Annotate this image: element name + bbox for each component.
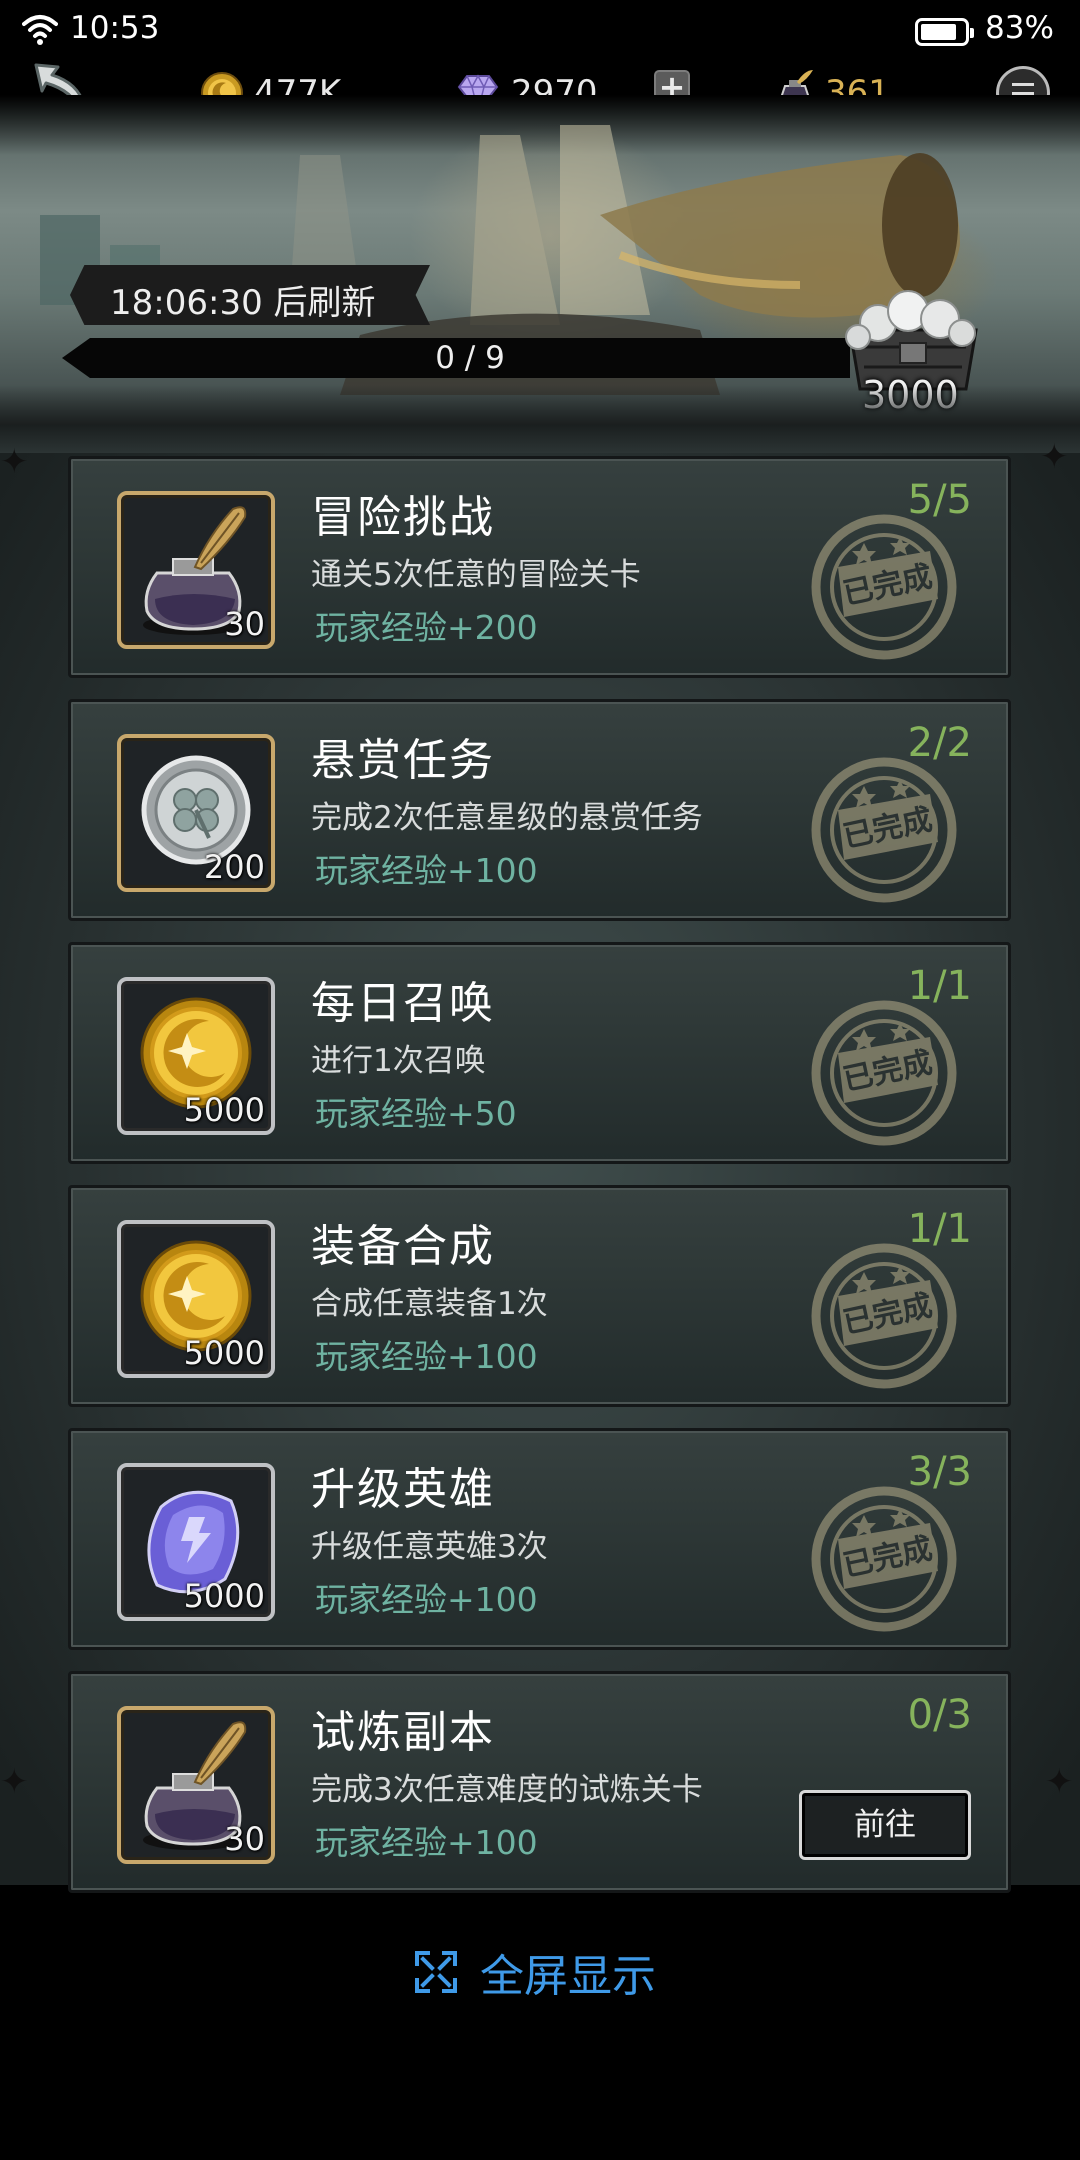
battery-percent: 83%	[985, 10, 1054, 46]
task-description: 完成3次任意难度的试炼关卡	[311, 1772, 703, 1808]
progress-text: 0 / 9	[435, 340, 505, 376]
fullscreen-label: 全屏显示	[480, 1951, 656, 2002]
completed-stamp: 已完成	[804, 1236, 964, 1396]
completed-stamp: 已完成	[804, 993, 964, 1153]
completed-stamp: 已完成	[804, 1479, 964, 1639]
reward-item-count: 5000	[183, 1334, 265, 1372]
clover-coin-icon[interactable]: 200	[117, 734, 275, 892]
chest-reward-amount: 3000	[862, 373, 959, 417]
go-button-label: 前往	[854, 1807, 916, 1843]
task-title: 悬赏任务	[311, 735, 495, 786]
task-title: 升级英雄	[311, 1464, 495, 1515]
task-description: 完成2次任意星级的悬赏任务	[311, 800, 703, 836]
ink-bottle-icon[interactable]: 30	[117, 1706, 275, 1864]
task-reward: 玩家经验+100	[315, 851, 538, 890]
refresh-timer-plate: 18:06:30 后刷新	[70, 265, 430, 325]
event-banner: 18:06:30 后刷新 0 / 9 3000	[0, 95, 1080, 425]
task-card[interactable]: 5000 升级英雄 升级任意英雄3次 玩家经验+100 3/3 已完成	[68, 1428, 1011, 1650]
task-reward: 玩家经验+100	[315, 1337, 538, 1376]
task-reward: 玩家经验+100	[315, 1823, 538, 1862]
task-card[interactable]: 30 冒险挑战 通关5次任意的冒险关卡 玩家经验+200 5/5 已完成	[68, 456, 1011, 678]
reward-item-count: 30	[224, 1820, 265, 1858]
task-reward: 玩家经验+200	[315, 608, 538, 647]
task-reward: 玩家经验+50	[315, 1094, 517, 1133]
sparkle-decoration: ✦	[1040, 437, 1069, 477]
expand-icon	[415, 1951, 457, 1993]
task-title: 每日召唤	[311, 978, 495, 1029]
reward-item-count: 30	[224, 605, 265, 643]
task-title: 装备合成	[311, 1221, 495, 1272]
task-description: 通关5次任意的冒险关卡	[311, 557, 641, 593]
go-button[interactable]: 前往	[799, 1790, 971, 1860]
wifi-icon	[22, 15, 58, 45]
clock: 10:53	[70, 10, 160, 46]
task-description: 合成任意装备1次	[311, 1286, 548, 1322]
task-panel-top-edge	[0, 425, 1080, 453]
sparkle-decoration: ✦	[1045, 1762, 1074, 1802]
task-reward: 玩家经验+100	[315, 1580, 538, 1619]
task-card[interactable]: 200 悬赏任务 完成2次任意星级的悬赏任务 玩家经验+100 2/2 已完成	[68, 699, 1011, 921]
progress-arrow	[62, 338, 90, 378]
task-card[interactable]: 30 试炼副本完成3次任意难度的试炼关卡玩家经验+100 0/3 前往	[68, 1671, 1011, 1893]
task-card[interactable]: 5000 装备合成 合成任意装备1次 玩家经验+100 1/1 已完成	[68, 1185, 1011, 1407]
task-title: 试炼副本	[311, 1707, 495, 1758]
sparkle-decoration: ✦	[0, 442, 29, 482]
task-card[interactable]: 5000 每日召唤 进行1次召唤 玩家经验+50 1/1 已完成	[68, 942, 1011, 1164]
task-description: 升级任意英雄3次	[311, 1529, 548, 1565]
completion-progress-bar: 0 / 9	[90, 338, 850, 378]
sparkle-decoration: ✦	[0, 1762, 29, 1802]
status-bar: 10:53 83%	[0, 0, 1080, 60]
task-title: 冒险挑战	[311, 492, 495, 543]
battery-icon	[915, 18, 974, 46]
completed-stamp: 已完成	[804, 750, 964, 910]
completed-stamp: 已完成	[804, 507, 964, 667]
gold-moon-coin-icon[interactable]: 5000	[117, 977, 275, 1135]
purple-crystal-icon[interactable]: 5000	[117, 1463, 275, 1621]
reward-item-count: 5000	[183, 1091, 265, 1129]
reward-item-count: 5000	[183, 1577, 265, 1615]
fullscreen-toggle[interactable]: 全屏显示	[414, 1942, 656, 2002]
refresh-timer: 18:06:30 后刷新	[110, 283, 376, 323]
task-progress: 0/3	[907, 1692, 972, 1738]
gold-moon-coin-icon[interactable]: 5000	[117, 1220, 275, 1378]
ink-bottle-icon[interactable]: 30	[117, 491, 275, 649]
task-description: 进行1次召唤	[311, 1043, 486, 1079]
reward-item-count: 200	[203, 848, 265, 886]
